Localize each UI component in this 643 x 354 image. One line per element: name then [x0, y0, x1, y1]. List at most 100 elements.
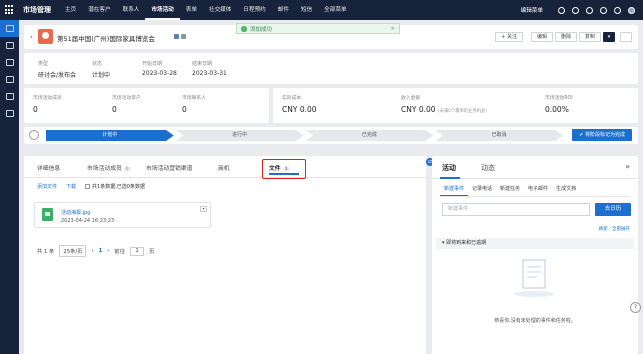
- metric-revenue: 收入金额 CNY 0.00 (未满0个赢单的业务机会): [401, 94, 487, 114]
- owner-icon[interactable]: [174, 34, 179, 39]
- upcoming-overdue-section[interactable]: ▾ 即将到来和已逾期: [436, 238, 634, 249]
- selection-summary: 共1条数据,已选0条数据: [85, 183, 145, 190]
- sidebar-view-icon[interactable]: [0, 54, 19, 71]
- activity-tabs: 活动 动态 »: [432, 156, 638, 179]
- follow-button[interactable]: + 关注: [495, 32, 523, 42]
- nav-item-leads[interactable]: 潜在客户: [82, 0, 116, 20]
- nav-item-scheduling[interactable]: 日程预约: [237, 0, 271, 20]
- new-event-input[interactable]: 新建事件: [442, 203, 590, 216]
- select-all-checkbox[interactable]: [85, 184, 91, 189]
- file-card[interactable]: 活动海报.jpg 2023-04-24 16:23:23 ▾: [34, 202, 211, 228]
- nav-item-social[interactable]: 社交媒体: [203, 0, 237, 20]
- metric-contacts-label: 市场联系人: [182, 96, 206, 101]
- metric-revenue-amount: CNY 0.00: [401, 105, 436, 114]
- settings-gear-icon[interactable]: [614, 6, 621, 14]
- nav-item-email[interactable]: 邮件: [272, 0, 295, 20]
- toast-message: 添加成功: [250, 26, 273, 33]
- more-dropdown-icon[interactable]: ▾: [603, 32, 615, 42]
- metric-actual-cost-label: 实际成本: [282, 96, 302, 101]
- status-value: 计划中: [92, 72, 111, 79]
- edit-menu-link[interactable]: 编辑菜单: [521, 6, 543, 14]
- type-field: 类型 研讨会/发布会: [38, 60, 76, 79]
- image-file-icon: [42, 208, 53, 221]
- subtab-email[interactable]: 电子邮件: [524, 183, 552, 196]
- metric-accounts-label: 市场活动客户: [112, 96, 141, 101]
- goto-page-input[interactable]: 1: [130, 246, 145, 256]
- help-chat-icon[interactable]: ?: [630, 302, 641, 313]
- refresh-expand-links[interactable]: 刷新 · 全部展开: [599, 226, 630, 232]
- sidebar-document-icon[interactable]: [0, 105, 19, 122]
- empty-state-illustration-icon: [514, 259, 554, 297]
- file-menu-dropdown-icon[interactable]: ▾: [200, 206, 207, 212]
- edit-button[interactable]: 编辑: [530, 32, 553, 42]
- financial-metrics: 实际成本 CNY 0.00 收入金额 CNY 0.00 (未满0个赢单的业务机会…: [273, 88, 638, 123]
- mark-stage-complete-button[interactable]: ✔ 将阶段标记为完成: [572, 129, 632, 141]
- tab-channels[interactable]: 市场活动营销渠道: [146, 163, 192, 172]
- record-info-panel: 类型 研讨会/发布会 状态 计划中 开始日期 2023-03-28 结束日期 2…: [24, 53, 638, 84]
- file-name-link[interactable]: 活动海报.jpg: [61, 209, 90, 216]
- notification-bell-icon[interactable]: [586, 6, 593, 14]
- tab-members[interactable]: 市场活动成员 0: [87, 163, 131, 172]
- tab-members-count: 0: [123, 167, 131, 172]
- type-value: 研讨会/发布会: [38, 72, 77, 79]
- metric-actual-cost: 实际成本 CNY 0.00: [282, 94, 317, 114]
- user-avatar-icon[interactable]: [628, 6, 635, 14]
- stage-completed[interactable]: 已完成: [305, 130, 434, 141]
- nav-item-contacts[interactable]: 联系人: [117, 0, 146, 20]
- sidebar-users-icon[interactable]: [0, 37, 19, 54]
- start-date-value: 2023-03-28: [142, 70, 177, 77]
- metric-contacts: 市场联系人 0: [182, 94, 206, 114]
- help-icon[interactable]: [600, 6, 607, 14]
- subtab-new-event[interactable]: 新建事件: [440, 183, 469, 196]
- stage-cancelled[interactable]: 已取消: [435, 130, 563, 141]
- subtab-log-call[interactable]: 记录电话: [468, 183, 496, 196]
- start-date-label: 开始日期: [142, 61, 163, 67]
- page-unit-label: 页: [149, 249, 155, 255]
- print-icon[interactable]: [620, 32, 632, 42]
- tab-members-label: 市场活动成员: [87, 166, 122, 172]
- tab-opportunities[interactable]: 商机: [218, 163, 230, 172]
- nav-item-forms[interactable]: 表单: [180, 0, 203, 20]
- empty-state-text: 恭喜你,没有未处理的事件和任务啦。: [494, 318, 576, 324]
- nav-item-sms[interactable]: 短信: [295, 0, 318, 20]
- nav-item-home[interactable]: 主页: [59, 0, 82, 20]
- stage-planned[interactable]: 计划中: [46, 130, 174, 141]
- prev-page-button[interactable]: ‹: [91, 248, 93, 254]
- status-label: 状态: [92, 61, 103, 67]
- tab-activity[interactable]: 活动: [442, 163, 456, 173]
- activity-subtabs: 新建事件 记录电话 新建任务 电子邮件 生成文档: [440, 183, 630, 197]
- download-link[interactable]: 下载: [66, 183, 76, 190]
- add-file-link[interactable]: 添加文件: [37, 183, 57, 190]
- toast-close-icon[interactable]: ×: [390, 26, 395, 32]
- next-page-button[interactable]: ›: [107, 248, 109, 254]
- end-date-label: 结束日期: [192, 61, 213, 67]
- sidebar-location-icon[interactable]: [0, 71, 19, 88]
- nav-item-campaigns[interactable]: 市场活动: [145, 0, 180, 20]
- go-to-calendar-button[interactable]: 去日历: [595, 203, 631, 216]
- subtab-new-task[interactable]: 新建任务: [496, 183, 524, 196]
- delete-button[interactable]: 删除: [554, 32, 577, 42]
- metric-roi-label: 市场活动ROI: [545, 96, 573, 101]
- stage-settings-gear-icon[interactable]: [29, 130, 39, 140]
- stage-in-progress[interactable]: 进行中: [175, 130, 304, 141]
- expand-panel-icon[interactable]: »: [625, 162, 630, 171]
- related-tabs: 详细信息 市场活动成员 0 市场活动营销渠道 商机 文件 1: [24, 156, 426, 179]
- tag-icon[interactable]: [181, 34, 186, 39]
- tab-dynamic[interactable]: 动态: [481, 163, 495, 173]
- current-page[interactable]: 1: [99, 248, 103, 254]
- subtab-generate-doc[interactable]: 生成文档: [552, 183, 580, 196]
- nav-item-all-menus[interactable]: 全部菜单: [318, 0, 352, 20]
- back-chevron-icon[interactable]: ‹: [30, 33, 33, 41]
- search-icon[interactable]: [558, 6, 565, 14]
- copy-button[interactable]: 复制: [578, 32, 601, 42]
- record-title: 第51届中国(广州)国际家具博览会: [57, 35, 155, 43]
- add-icon[interactable]: [572, 6, 579, 14]
- metric-actual-cost-value: CNY 0.00: [282, 105, 317, 114]
- sidebar-campaign-icon[interactable]: [0, 20, 19, 37]
- metric-roi-value: 0.00%: [545, 105, 569, 114]
- app-launcher-icon[interactable]: [5, 5, 15, 15]
- sidebar-checklist-icon[interactable]: [0, 88, 19, 105]
- tab-details[interactable]: 详细信息: [37, 163, 60, 172]
- page-size-select[interactable]: 25条/页: [59, 245, 87, 257]
- type-label: 类型: [38, 61, 49, 67]
